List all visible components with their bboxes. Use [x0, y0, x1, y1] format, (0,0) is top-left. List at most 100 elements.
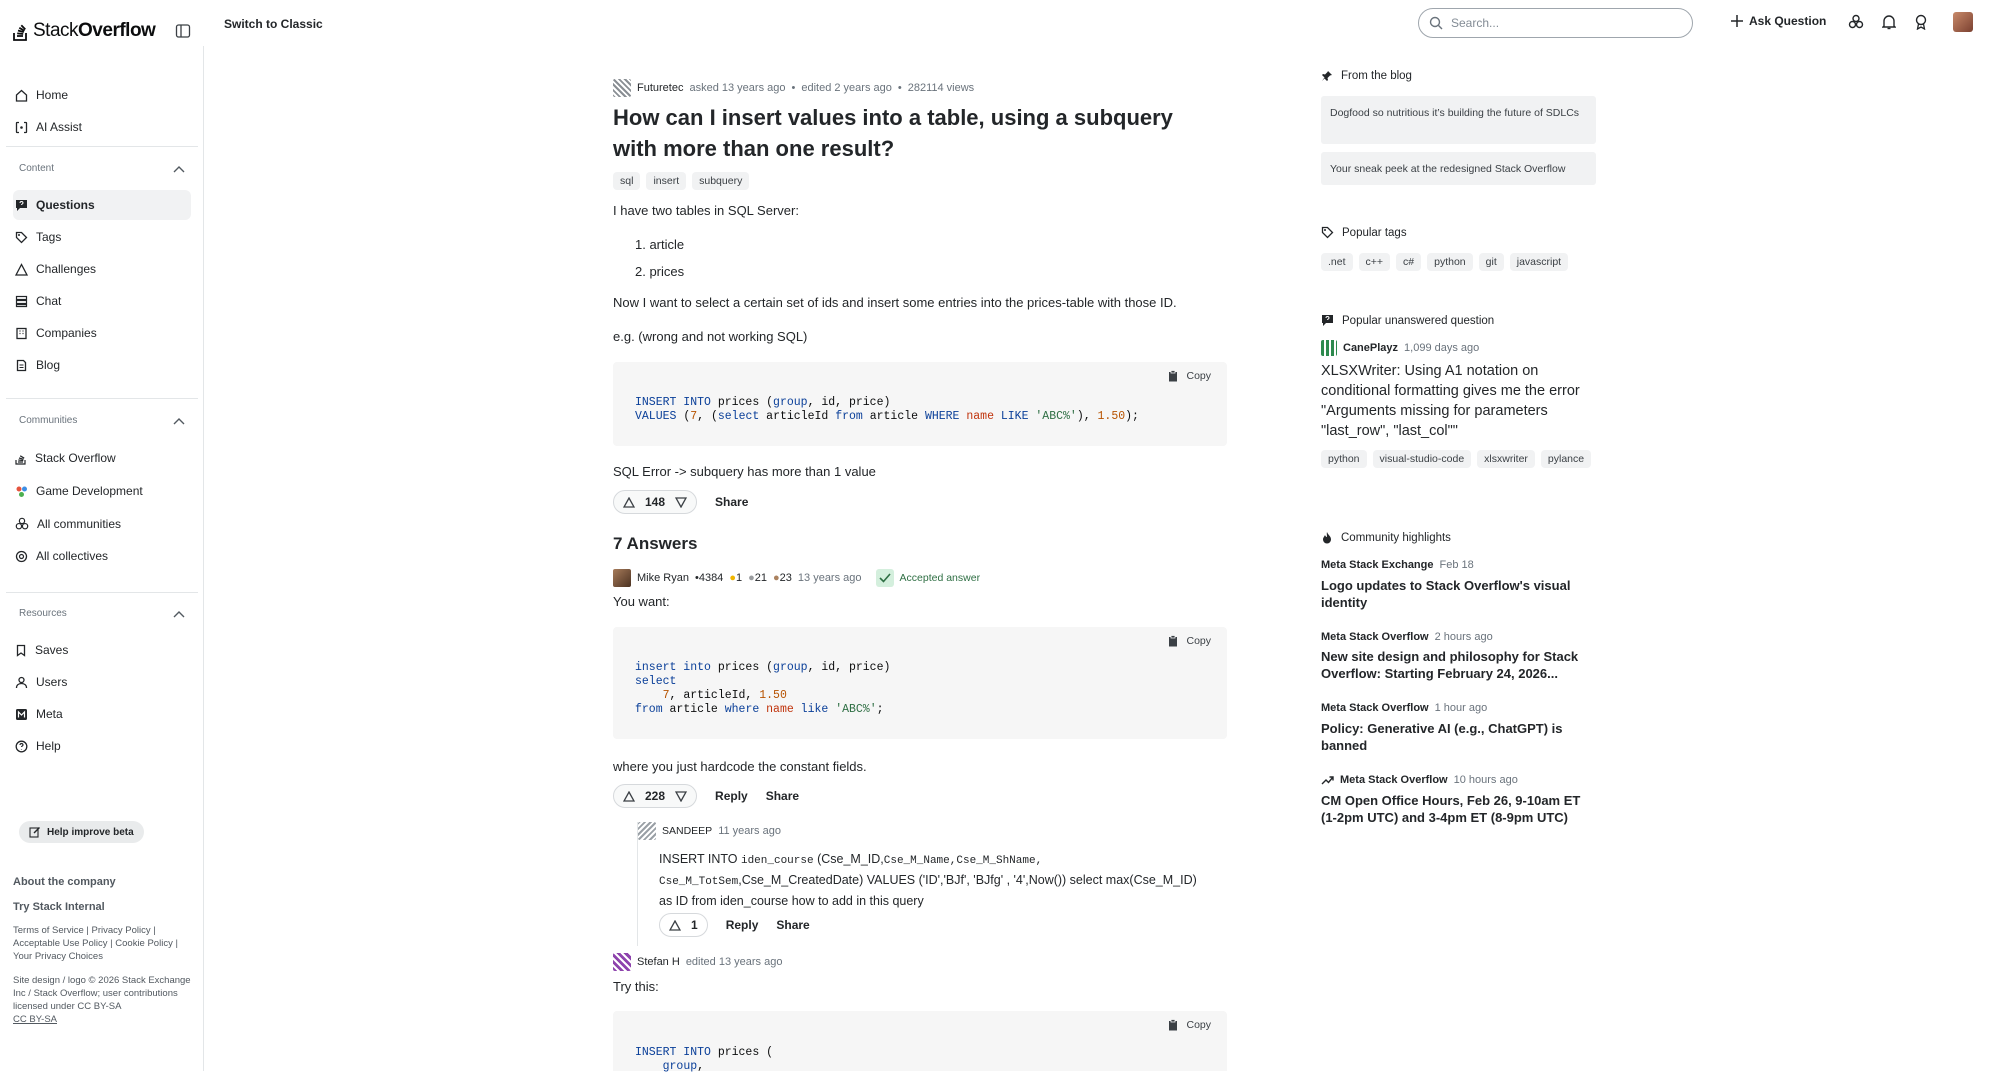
highlight-site[interactable]: Meta Stack Exchange [1321, 559, 1434, 571]
communities-section-label: Communities [19, 415, 78, 426]
blog-item[interactable]: Dogfood so nutritious it’s building the … [1321, 96, 1596, 144]
nav-game-development[interactable]: Game Development [13, 476, 191, 506]
search-input[interactable]: Search... [1418, 8, 1693, 38]
tag-csharp[interactable]: c# [1396, 253, 1422, 271]
nav-all-communities[interactable]: All communities [13, 509, 191, 539]
try-stack-internal-link[interactable]: Try Stack Internal [13, 901, 105, 913]
logo-text-stack: Stack [33, 20, 79, 41]
nav-home[interactable]: Home [13, 80, 191, 110]
tag-python[interactable]: python [1321, 450, 1367, 468]
reply-button[interactable]: Reply [726, 918, 759, 932]
ask-question-button[interactable]: Ask Question [1731, 14, 1826, 28]
tag-xlsxwriter[interactable]: xlsxwriter [1477, 450, 1535, 468]
tag-dotnet[interactable]: .net [1321, 253, 1353, 271]
share-button[interactable]: Share [766, 789, 799, 803]
nav-tags[interactable]: Tags [13, 222, 191, 252]
checkmark-icon [875, 569, 894, 587]
highlight-site[interactable]: Meta Stack Overflow [1340, 774, 1448, 786]
nav-help[interactable]: Help [13, 731, 191, 761]
achievements-icon[interactable] [1914, 14, 1928, 30]
comment-author[interactable]: SANDEEP [662, 825, 712, 837]
share-button[interactable]: Share [776, 918, 809, 932]
tag-sql[interactable]: sql [613, 172, 641, 190]
user-avatar[interactable] [1953, 12, 1973, 32]
footer-policy-links[interactable]: Terms of Service | Privacy Policy | Acce… [13, 924, 193, 963]
highlight-title[interactable]: CM Open Office Hours, Feb 26, 9-10am ET … [1321, 792, 1591, 826]
comment-author-avatar[interactable] [638, 822, 656, 840]
nav-users[interactable]: Users [13, 667, 191, 697]
tag-git[interactable]: git [1478, 253, 1504, 271]
code-text: INSERT INTO prices ( group, [635, 1046, 774, 1073]
tag-visual-studio-code[interactable]: visual-studio-code [1372, 450, 1472, 468]
nav-stack-overflow[interactable]: Stack Overflow [13, 443, 191, 473]
nav-companies[interactable]: Companies [13, 318, 191, 348]
tag-javascript[interactable]: javascript [1509, 253, 1569, 271]
stack-overflow-logo[interactable]: StackOverflow [13, 20, 156, 42]
downvote-icon[interactable] [675, 496, 688, 508]
flame-icon [1321, 531, 1333, 544]
answer-time[interactable]: 13 years ago [798, 572, 862, 584]
upvote-icon[interactable] [623, 496, 635, 508]
nav-meta[interactable]: Meta [13, 699, 191, 729]
nav-blog[interactable]: Blog [13, 350, 191, 380]
nav-section-resources[interactable]: Resources [19, 608, 185, 619]
question-title[interactable]: How can I insert values into a table, us… [613, 102, 1213, 164]
nav-questions-label: Questions [36, 198, 95, 212]
tag-subquery[interactable]: subquery [692, 172, 750, 190]
nav-all-communities-label: All communities [37, 517, 122, 531]
highlight-site[interactable]: Meta Stack Overflow [1321, 631, 1429, 643]
nav-all-collectives[interactable]: All collectives [13, 541, 191, 571]
question-author-avatar[interactable] [613, 79, 631, 97]
tag-cpp[interactable]: c++ [1358, 253, 1391, 271]
copy-code-button[interactable]: Copy [1168, 370, 1211, 382]
stack-overflow-logo-icon [13, 21, 29, 41]
sidebar-toggle-icon[interactable] [175, 23, 191, 39]
nav-help-label: Help [36, 739, 61, 753]
stack-exchange-sites-icon[interactable] [1848, 14, 1864, 30]
highlight-meta: Meta Stack Exchange Feb 18 [1321, 559, 1474, 571]
tag-python[interactable]: python [1427, 253, 1473, 271]
nav-section-communities[interactable]: Communities [19, 415, 185, 426]
upvote-icon[interactable] [669, 919, 681, 931]
bronze-badges: ●23 [773, 572, 792, 584]
upvote-icon[interactable] [623, 790, 635, 802]
answer-author-avatar[interactable] [613, 953, 631, 971]
help-improve-beta-button[interactable]: Help improve beta [19, 821, 144, 843]
answer-meta: Mike Ryan •4384 ●1 ●21 ●23 13 years ago … [613, 569, 980, 587]
question-author[interactable]: Futuretec [637, 82, 683, 94]
highlight-title[interactable]: New site design and philosophy for Stack… [1321, 648, 1591, 682]
reply-button[interactable]: Reply [715, 789, 748, 803]
copy-code-button[interactable]: Copy [1168, 1019, 1211, 1031]
downvote-icon[interactable] [675, 790, 688, 802]
share-button[interactable]: Share [715, 495, 748, 509]
answer-edited[interactable]: edited 13 years ago [686, 956, 783, 968]
unanswered-author[interactable]: CanePlayz [1343, 342, 1398, 354]
meta-icon [15, 708, 28, 721]
nav-chat[interactable]: Chat [13, 286, 191, 316]
blog-item[interactable]: Your sneak peek at the redesigned Stack … [1321, 152, 1596, 185]
nav-questions[interactable]: Questions [13, 190, 191, 220]
nav-section-content[interactable]: Content [19, 163, 185, 174]
answer-author-avatar[interactable] [613, 569, 631, 587]
highlight-title[interactable]: Logo updates to Stack Overflow's visual … [1321, 577, 1591, 611]
nav-ai-assist[interactable]: AI Assist [13, 112, 191, 142]
highlight-title[interactable]: Policy: Generative AI (e.g., ChatGPT) is… [1321, 720, 1591, 754]
copy-code-button[interactable]: Copy [1168, 635, 1211, 647]
tag-pylance[interactable]: pylance [1540, 450, 1592, 468]
cc-license-link[interactable]: CC BY-SA [13, 1014, 57, 1025]
about-company-link[interactable]: About the company [13, 876, 116, 888]
unanswered-title[interactable]: XLSXWriter: Using A1 notation on conditi… [1321, 361, 1591, 441]
unanswered-author-avatar[interactable] [1321, 340, 1337, 356]
comment-time[interactable]: 11 years ago [718, 825, 781, 837]
nav-all-collectives-label: All collectives [36, 549, 109, 563]
answer-author[interactable]: Stefan H [637, 956, 680, 968]
highlight-site[interactable]: Meta Stack Overflow [1321, 702, 1429, 714]
switch-to-classic-link[interactable]: Switch to Classic [224, 17, 323, 31]
question-vote-bar: 148 Share [613, 490, 748, 514]
tag-insert[interactable]: insert [646, 172, 687, 190]
answer-author[interactable]: Mike Ryan [637, 572, 689, 584]
bell-icon[interactable] [1882, 14, 1896, 30]
nav-challenges[interactable]: Challenges [13, 254, 191, 284]
nav-saves[interactable]: Saves [13, 635, 191, 665]
question-edited[interactable]: edited 2 years ago [801, 82, 892, 94]
